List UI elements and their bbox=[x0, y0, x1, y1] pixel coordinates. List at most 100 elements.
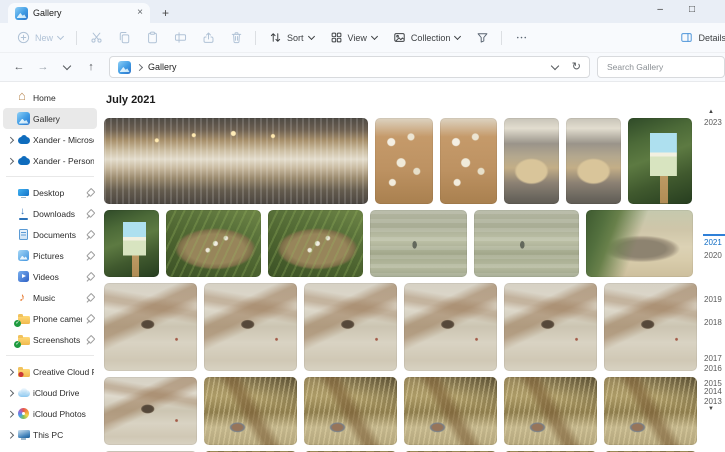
photo-thumbnail-drift[interactable] bbox=[586, 210, 693, 277]
photo-thumbnail-sandbird[interactable] bbox=[304, 283, 397, 371]
details-button[interactable]: Details bbox=[673, 27, 725, 49]
new-button[interactable]: New bbox=[10, 27, 70, 49]
more-options-button[interactable] bbox=[508, 27, 534, 49]
photo-thumbnail-nest[interactable] bbox=[166, 210, 261, 277]
photo-thumbnail-sparrow[interactable] bbox=[304, 377, 397, 445]
timeline-year-2019[interactable]: 2019 bbox=[704, 295, 722, 304]
sidebar-item-label: Gallery bbox=[33, 113, 60, 124]
photo-thumbnail-sign[interactable] bbox=[628, 118, 692, 204]
tab-close-icon[interactable]: × bbox=[137, 8, 143, 18]
photo-thumbnail-sandbird[interactable] bbox=[604, 283, 697, 371]
cut-button[interactable] bbox=[83, 27, 109, 49]
sidebar-item-screenshots[interactable]: Screenshots bbox=[3, 329, 97, 350]
videos-icon bbox=[17, 270, 30, 283]
photo-thumbnail-field[interactable] bbox=[474, 210, 579, 277]
timeline-year-2021[interactable]: 2021 bbox=[703, 234, 725, 247]
chevron-right-icon[interactable] bbox=[6, 389, 14, 397]
share-button[interactable] bbox=[195, 27, 221, 49]
chevron-down-icon bbox=[307, 32, 315, 41]
photo-thumbnail-nest[interactable] bbox=[268, 210, 363, 277]
photo-thumbnail-sandbird[interactable] bbox=[104, 377, 197, 445]
thispc-icon bbox=[17, 428, 30, 441]
timeline-down-icon[interactable]: ▼ bbox=[708, 406, 714, 412]
sidebar-item-icloud-photos[interactable]: iCloud Photos bbox=[3, 403, 97, 424]
photo-thumbnail-sack[interactable] bbox=[566, 118, 621, 204]
refresh-button[interactable]: ↻ bbox=[572, 61, 581, 73]
copy-button[interactable] bbox=[111, 27, 137, 49]
photo-thumbnail-cork[interactable] bbox=[440, 118, 497, 204]
sort-button[interactable]: Sort bbox=[262, 27, 321, 49]
timeline-year-2013[interactable]: 2013 bbox=[704, 397, 722, 406]
collection-button[interactable]: Collection bbox=[386, 27, 468, 49]
photo-thumbnail-pano[interactable] bbox=[104, 118, 368, 204]
sidebar-item-this-pc[interactable]: This PC bbox=[3, 424, 97, 445]
timeline-year-2017[interactable]: 2017 bbox=[704, 354, 722, 363]
timeline-up-icon[interactable]: ▲ bbox=[708, 109, 714, 115]
sidebar-item-phone-camera-roll[interactable]: Phone camera ro bbox=[3, 308, 97, 329]
sidebar-item-creative-cloud-files[interactable]: Creative Cloud Files bbox=[3, 361, 97, 382]
paste-button[interactable] bbox=[139, 27, 165, 49]
photo-thumbnail-sandbird[interactable] bbox=[504, 283, 597, 371]
photo-thumbnail-sparrow[interactable] bbox=[504, 377, 597, 445]
sidebar-item-home[interactable]: Home bbox=[3, 87, 97, 108]
sidebar-item-gallery[interactable]: Gallery bbox=[3, 108, 97, 129]
chevron-right-icon bbox=[6, 189, 14, 197]
photo-thumbnail-sparrow[interactable] bbox=[604, 377, 697, 445]
timeline-year-2023[interactable]: 2023 bbox=[704, 118, 722, 127]
sidebar-item-desktop[interactable]: Desktop bbox=[3, 182, 97, 203]
breadcrumb-chevron-icon bbox=[135, 63, 144, 71]
folder-icon bbox=[14, 312, 30, 327]
photo-thumbnail-sandbird[interactable] bbox=[204, 283, 297, 371]
recent-locations-button[interactable] bbox=[56, 57, 78, 77]
address-bar[interactable]: Gallery ↻ bbox=[109, 56, 590, 78]
back-button[interactable]: ← bbox=[8, 57, 30, 77]
sidebar-item-documents[interactable]: Documents bbox=[3, 224, 97, 245]
sidebar-item-downloads[interactable]: Downloads bbox=[3, 203, 97, 224]
chevron-right-icon bbox=[6, 336, 14, 344]
photo-thumbnail-sack[interactable] bbox=[504, 118, 559, 204]
up-button[interactable]: ↑ bbox=[80, 57, 102, 77]
timeline-year-2016[interactable]: 2016 bbox=[704, 364, 722, 373]
photo-thumbnail-sparrow[interactable] bbox=[204, 377, 297, 445]
minimize-button[interactable]: – bbox=[657, 4, 663, 15]
chevron-right-icon[interactable] bbox=[6, 431, 14, 439]
search-input[interactable] bbox=[605, 61, 717, 73]
timeline-year-2020[interactable]: 2020 bbox=[704, 251, 722, 260]
pictures-icon bbox=[17, 249, 30, 262]
chevron-right-icon[interactable] bbox=[6, 136, 14, 144]
chevron-right-icon bbox=[6, 273, 14, 281]
sidebar-item-icloud-drive[interactable]: iCloud Drive bbox=[3, 382, 97, 403]
chevron-right-icon[interactable] bbox=[6, 410, 14, 418]
photo-grid bbox=[104, 118, 721, 452]
forward-button[interactable]: → bbox=[32, 57, 54, 77]
toolbar-separator bbox=[255, 30, 257, 45]
chevron-right-icon[interactable] bbox=[6, 368, 14, 376]
view-button[interactable]: View bbox=[323, 27, 384, 49]
timeline-year-2018[interactable]: 2018 bbox=[704, 318, 722, 327]
tab-gallery[interactable]: Gallery × bbox=[8, 3, 150, 23]
folder-icon bbox=[14, 333, 30, 348]
breadcrumb[interactable]: Gallery bbox=[148, 62, 177, 72]
sidebar-item-xander-personal[interactable]: Xander - Personal bbox=[3, 150, 97, 171]
address-dropdown-icon[interactable] bbox=[550, 61, 560, 71]
timeline-year-2014[interactable]: 2014 bbox=[704, 387, 722, 396]
new-tab-button[interactable]: + bbox=[162, 6, 169, 20]
rename-button[interactable] bbox=[167, 27, 193, 49]
share-icon bbox=[203, 32, 213, 43]
photo-thumbnail-sandbird[interactable] bbox=[404, 283, 497, 371]
photo-thumbnail-sign[interactable] bbox=[104, 210, 159, 277]
photo-thumbnail-sandbird[interactable] bbox=[104, 283, 197, 371]
photo-thumbnail-cork[interactable] bbox=[375, 118, 433, 204]
chevron-right-icon bbox=[6, 94, 14, 102]
maximize-button[interactable]: □ bbox=[689, 4, 695, 15]
filter-button[interactable] bbox=[469, 27, 495, 49]
photo-thumbnail-sparrow[interactable] bbox=[404, 377, 497, 445]
sidebar-item-pictures[interactable]: Pictures bbox=[3, 245, 97, 266]
sidebar-item-videos[interactable]: Videos bbox=[3, 266, 97, 287]
icloud-photos-icon bbox=[17, 407, 30, 420]
chevron-right-icon[interactable] bbox=[6, 157, 14, 165]
sidebar-item-xander-microsoft[interactable]: Xander - Microsoft bbox=[3, 129, 97, 150]
photo-thumbnail-field[interactable] bbox=[370, 210, 467, 277]
delete-button[interactable] bbox=[223, 27, 249, 49]
sidebar-item-music[interactable]: Music bbox=[3, 287, 97, 308]
